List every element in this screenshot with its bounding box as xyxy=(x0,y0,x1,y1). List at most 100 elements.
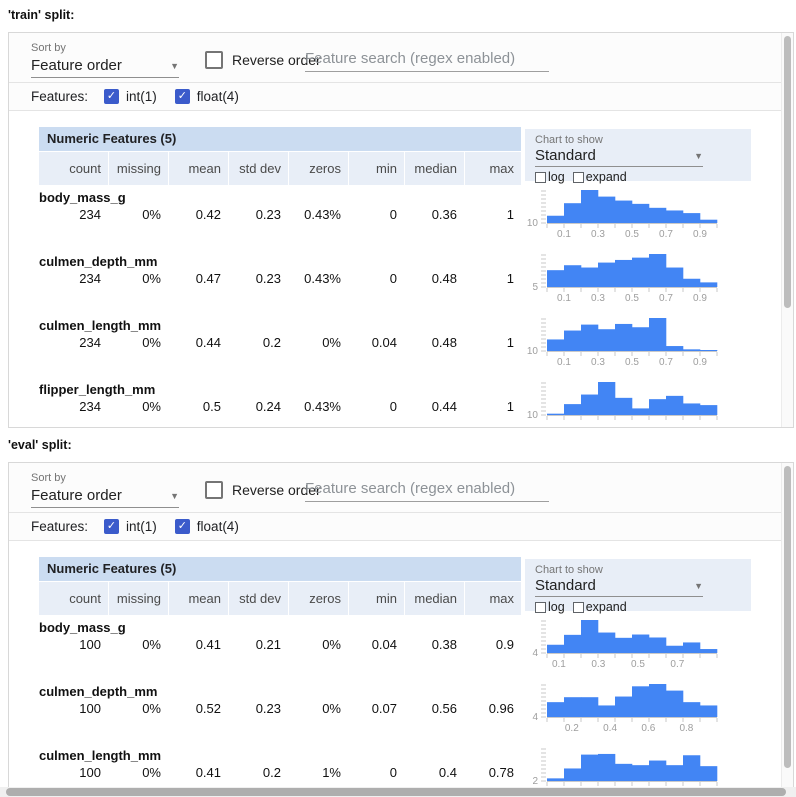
column-header: zeros xyxy=(288,152,348,185)
feature-value-cell: 234 xyxy=(39,206,108,223)
column-header: max xyxy=(464,152,521,185)
expand-checkbox[interactable] xyxy=(573,172,584,183)
reverse-order-checkbox[interactable]: Reverse order xyxy=(205,51,321,69)
chart-column: Chart to show Standard ▼ log expand 40.1… xyxy=(525,557,767,797)
vertical-scrollbar[interactable] xyxy=(781,463,793,797)
horizontal-scrollbar-thumb[interactable] xyxy=(6,788,786,796)
checkbox-checked-icon[interactable]: ✓ xyxy=(104,519,119,534)
features-filter-row: Features: ✓int(1)✓float(4) xyxy=(9,513,793,541)
vertical-scrollbar-thumb[interactable] xyxy=(784,36,791,308)
stats-panel: Sort by Feature order ▼ Reverse order Fe… xyxy=(8,32,794,428)
feature-rows: body_mass_g 2340%0.420.230.43%00.361 culme… xyxy=(39,191,521,428)
feature-value-cell: 0% xyxy=(108,764,168,781)
histogram-x-label: 0.8 xyxy=(679,723,693,734)
column-header: min xyxy=(348,152,404,185)
feature-value-cell: 0 xyxy=(348,398,404,415)
histogram-block: 50.10.30.50.70.9 xyxy=(525,252,767,316)
feature-value-cell: 0.24 xyxy=(228,398,288,415)
column-header-row: countmissingmeanstd devzerosminmedianmax xyxy=(39,582,521,615)
column-header-row: countmissingmeanstd devzerosminmedianmax xyxy=(39,152,521,185)
histogram-x-label: 0.2 xyxy=(565,723,579,734)
feature-values: 2340%0.420.230.43%00.361 xyxy=(39,206,521,223)
histogram-x-label: 0.5 xyxy=(625,293,639,304)
histogram-chart: 40.10.30.50.7 xyxy=(525,618,735,670)
column-header: max xyxy=(464,582,521,615)
column-header: mean xyxy=(168,582,228,615)
feature-row: culmen_depth_mm1000%0.520.230%0.070.560.… xyxy=(39,685,521,749)
feature-value-cell: 0.41 xyxy=(168,636,228,653)
feature-value-cell: 0.36 xyxy=(404,206,464,223)
histogram-x-label: 0.9 xyxy=(693,293,707,304)
histogram-block: 10 xyxy=(525,380,767,428)
histogram-x-label: 0.4 xyxy=(603,723,617,734)
histogram-y-label: 4 xyxy=(532,648,538,659)
feature-value-cell: 0.78 xyxy=(464,764,521,781)
feature-value-cell: 100 xyxy=(39,764,108,781)
column-header: count xyxy=(39,152,108,185)
toolbar: Sort by Feature order ▼ Reverse order xyxy=(9,463,793,513)
feature-value-cell: 1% xyxy=(288,764,348,781)
feature-value-cell: 0% xyxy=(288,334,348,351)
histogram-x-label: 0.3 xyxy=(591,357,605,368)
checkbox-checked-icon[interactable]: ✓ xyxy=(104,89,119,104)
features-filter-row: Features: ✓int(1)✓float(4) xyxy=(9,83,793,111)
feature-name: body_mass_g xyxy=(39,191,521,204)
features-label: Features: xyxy=(31,519,88,534)
feature-value-cell: 0% xyxy=(108,398,168,415)
sort-by-label: Sort by xyxy=(31,42,179,54)
checkbox-unchecked-icon[interactable] xyxy=(205,51,223,69)
histogram-x-label: 0.1 xyxy=(557,229,571,240)
feature-name: culmen_length_mm xyxy=(39,319,521,332)
sort-by-dropdown[interactable]: Sort by Feature order ▼ xyxy=(31,472,179,508)
horizontal-scrollbar[interactable] xyxy=(0,787,796,797)
histogram-y-label: 2 xyxy=(532,776,538,787)
histogram-chart: 40.20.40.60.8 xyxy=(525,682,735,734)
log-label: log xyxy=(548,600,565,614)
feature-type-label: int(1) xyxy=(126,89,157,104)
histogram-x-label: 0.5 xyxy=(631,659,645,670)
log-label: log xyxy=(548,170,565,184)
histogram-x-label: 0.9 xyxy=(693,229,707,240)
feature-search-field[interactable] xyxy=(305,475,549,502)
histogram-x-label: 0.3 xyxy=(591,659,605,670)
vertical-scrollbar[interactable] xyxy=(781,33,793,427)
feature-value-cell: 0.56 xyxy=(404,700,464,717)
column-header: count xyxy=(39,582,108,615)
split-label: 'eval' split: xyxy=(8,438,796,452)
checkbox-checked-icon[interactable]: ✓ xyxy=(175,89,190,104)
split-section: 'eval' split: Sort by Feature order ▼ Re… xyxy=(0,438,796,797)
histogram-chart: 10 xyxy=(525,380,735,428)
feature-row: body_mass_g1000%0.410.210%0.040.380.9 xyxy=(39,621,521,685)
feature-value-cell: 0.42 xyxy=(168,206,228,223)
feature-value-cell: 1 xyxy=(464,334,521,351)
feature-search-field[interactable] xyxy=(305,45,549,72)
log-checkbox[interactable] xyxy=(535,172,546,183)
feature-value-cell: 0.2 xyxy=(228,764,288,781)
sort-by-value: Feature order xyxy=(31,57,122,74)
log-checkbox[interactable] xyxy=(535,602,546,613)
feature-type-list: ✓int(1)✓float(4) xyxy=(104,519,257,534)
feature-value-cell: 0% xyxy=(108,334,168,351)
column-header: min xyxy=(348,582,404,615)
checkbox-unchecked-icon[interactable] xyxy=(205,481,223,499)
chart-type-dropdown[interactable]: Standard ▼ xyxy=(535,147,703,167)
reverse-order-checkbox[interactable]: Reverse order xyxy=(205,481,321,499)
feature-search-input[interactable] xyxy=(305,475,549,502)
feature-value-cell: 0.9 xyxy=(464,636,521,653)
feature-type-list: ✓int(1)✓float(4) xyxy=(104,89,257,104)
feature-value-cell: 0.23 xyxy=(228,700,288,717)
sort-by-label: Sort by xyxy=(31,472,179,484)
chart-type-dropdown[interactable]: Standard ▼ xyxy=(535,577,703,597)
sort-by-dropdown[interactable]: Sort by Feature order ▼ xyxy=(31,42,179,78)
checkbox-checked-icon[interactable]: ✓ xyxy=(175,519,190,534)
feature-value-cell: 0.52 xyxy=(168,700,228,717)
feature-values: 1000%0.410.210%0.040.380.9 xyxy=(39,636,521,653)
expand-label: expand xyxy=(586,170,627,184)
vertical-scrollbar-thumb[interactable] xyxy=(784,466,791,768)
chevron-down-icon: ▼ xyxy=(694,151,703,161)
histogram-x-label: 0.3 xyxy=(591,229,605,240)
feature-value-cell: 100 xyxy=(39,700,108,717)
feature-search-input[interactable] xyxy=(305,45,549,72)
chart-type-value: Standard xyxy=(535,577,596,594)
expand-checkbox[interactable] xyxy=(573,602,584,613)
